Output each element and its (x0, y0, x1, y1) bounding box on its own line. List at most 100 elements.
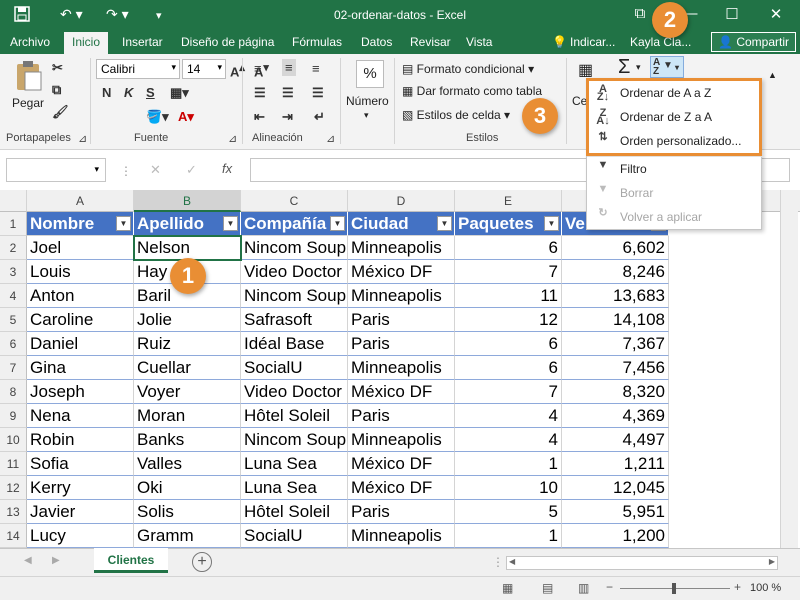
row-header[interactable]: 12 (0, 476, 27, 500)
name-box[interactable]: ▾ (6, 158, 106, 182)
table-cell[interactable]: Video Doctor (241, 380, 348, 404)
table-cell[interactable]: 6 (455, 356, 562, 380)
table-cell[interactable]: Video Doctor (241, 260, 348, 284)
table-cell[interactable]: Minneapolis (348, 284, 455, 308)
scroll-right-icon[interactable]: ▶ (52, 555, 60, 566)
table-cell[interactable]: SocialU (241, 524, 348, 548)
table-cell[interactable]: 14,108 (562, 308, 669, 332)
table-cell[interactable]: Paris (348, 332, 455, 356)
table-cell[interactable]: Idéal Base (241, 332, 348, 356)
table-cell[interactable]: 1,200 (562, 524, 669, 548)
table-cell[interactable]: Caroline (27, 308, 134, 332)
column-header[interactable]: C (241, 190, 348, 212)
table-cell[interactable]: Nincom Soup (241, 428, 348, 452)
row-header[interactable]: 5 (0, 308, 27, 332)
wrap-text-icon[interactable]: ↵ (314, 109, 325, 125)
row-header[interactable]: 2 (0, 236, 27, 260)
table-cell[interactable]: 12,045 (562, 476, 669, 500)
row-header[interactable]: 1 (0, 212, 27, 236)
table-cell[interactable]: Louis (27, 260, 134, 284)
decrease-indent-icon[interactable]: ⇤ (254, 109, 265, 125)
row-header[interactable]: 4 (0, 284, 27, 308)
tab-revisar[interactable]: Revisar (410, 35, 451, 49)
table-cell[interactable]: Joseph (27, 380, 134, 404)
tab-archivo[interactable]: Archivo (10, 35, 50, 49)
table-cell[interactable]: 12 (455, 308, 562, 332)
row-header[interactable]: 8 (0, 380, 27, 404)
table-cell[interactable]: Ruiz (134, 332, 241, 356)
alignment-launcher-icon[interactable]: ⊿ (326, 132, 335, 145)
table-cell[interactable]: Jolie (134, 308, 241, 332)
align-bottom-icon[interactable]: ≡ (312, 61, 320, 76)
table-cell[interactable]: Minneapolis (348, 524, 455, 548)
table-cell[interactable]: Minneapolis (348, 356, 455, 380)
row-header[interactable]: 6 (0, 332, 27, 356)
scroll-right-arrow-icon[interactable]: ▶ (769, 557, 775, 566)
table-cell[interactable]: 5 (455, 500, 562, 524)
table-cell[interactable]: Voyer (134, 380, 241, 404)
table-cell[interactable]: Javier (27, 500, 134, 524)
format-table-button[interactable]: ▦ Dar formato como tabla (402, 84, 542, 98)
filter-dropdown-icon[interactable]: ▼ (223, 216, 238, 231)
column-header[interactable]: A (27, 190, 134, 212)
paste-icon[interactable] (14, 60, 44, 91)
table-cell[interactable]: 1 (455, 452, 562, 476)
sheet-tab-clientes[interactable]: Clientes (94, 548, 168, 573)
table-cell[interactable]: Paris (348, 404, 455, 428)
table-cell[interactable]: México DF (348, 452, 455, 476)
fill-color-icon[interactable]: 🪣▾ (146, 109, 169, 125)
align-right-icon[interactable]: ☰ (312, 85, 324, 101)
table-cell[interactable]: Nincom Soup (241, 284, 348, 308)
table-cell[interactable]: Luna Sea (241, 476, 348, 500)
table-cell[interactable]: 4 (455, 428, 562, 452)
share-button[interactable]: 👤 Compartir (711, 32, 796, 52)
zoom-slider-thumb[interactable] (672, 583, 676, 594)
align-middle-icon[interactable]: ≡ (282, 59, 296, 76)
font-launcher-icon[interactable]: ⊿ (228, 132, 237, 145)
table-cell[interactable]: 4,369 (562, 404, 669, 428)
table-cell[interactable]: Safrasoft (241, 308, 348, 332)
table-cell[interactable]: 1 (455, 524, 562, 548)
table-cell[interactable]: Joel (27, 236, 134, 260)
table-cell[interactable]: Cuellar (134, 356, 241, 380)
bold-button[interactable]: N (102, 85, 111, 100)
format-painter-icon[interactable]: 🖌 (52, 104, 69, 120)
table-cell[interactable]: Nincom Soup (241, 236, 348, 260)
table-cell[interactable]: Valles (134, 452, 241, 476)
table-cell[interactable]: Anton (27, 284, 134, 308)
table-cell[interactable]: México DF (348, 476, 455, 500)
scroll-left-icon[interactable]: ◀ (24, 555, 32, 566)
filter-dropdown-icon[interactable]: ▼ (544, 216, 559, 231)
table-cell[interactable]: Daniel (27, 332, 134, 356)
tab-split-grip-icon[interactable]: ⋮ (492, 555, 504, 569)
tab-formulas[interactable]: Fórmulas (292, 35, 342, 49)
ribbon-display-icon[interactable]: ⧉ (630, 5, 650, 22)
table-cell[interactable]: Robin (27, 428, 134, 452)
copy-icon[interactable]: ⧉ (52, 82, 61, 98)
column-header[interactable]: B (134, 190, 241, 212)
table-cell[interactable]: Paris (348, 500, 455, 524)
table-cell[interactable]: Banks (134, 428, 241, 452)
zoom-out-icon[interactable]: − (606, 580, 613, 594)
percent-button[interactable]: % (356, 60, 384, 88)
row-header[interactable]: 11 (0, 452, 27, 476)
maximize-icon[interactable]: ☐ (722, 5, 742, 23)
row-header[interactable]: 7 (0, 356, 27, 380)
conditional-format-button[interactable]: ▤ Formato condicional ▾ (402, 62, 534, 76)
table-cell[interactable]: Hôtel Soleil (241, 404, 348, 428)
table-cell[interactable]: SocialU (241, 356, 348, 380)
row-header[interactable]: 13 (0, 500, 27, 524)
user-name[interactable]: Kayla Cla... (630, 35, 691, 49)
tell-me-box[interactable]: Indicar... (570, 35, 615, 49)
page-layout-view-icon[interactable]: ▤ (542, 581, 553, 595)
cut-icon[interactable]: ✂ (52, 60, 63, 76)
table-cell[interactable]: Nena (27, 404, 134, 428)
table-cell[interactable]: 4 (455, 404, 562, 428)
zoom-level[interactable]: 100 % (750, 582, 781, 594)
table-cell[interactable]: Minneapolis (348, 428, 455, 452)
cells-icon[interactable]: ▦ (578, 60, 593, 80)
table-cell[interactable]: 13,683 (562, 284, 669, 308)
row-header[interactable]: 3 (0, 260, 27, 284)
align-center-icon[interactable]: ☰ (282, 85, 294, 101)
font-name-box[interactable]: Calibri ▾ (96, 59, 180, 79)
